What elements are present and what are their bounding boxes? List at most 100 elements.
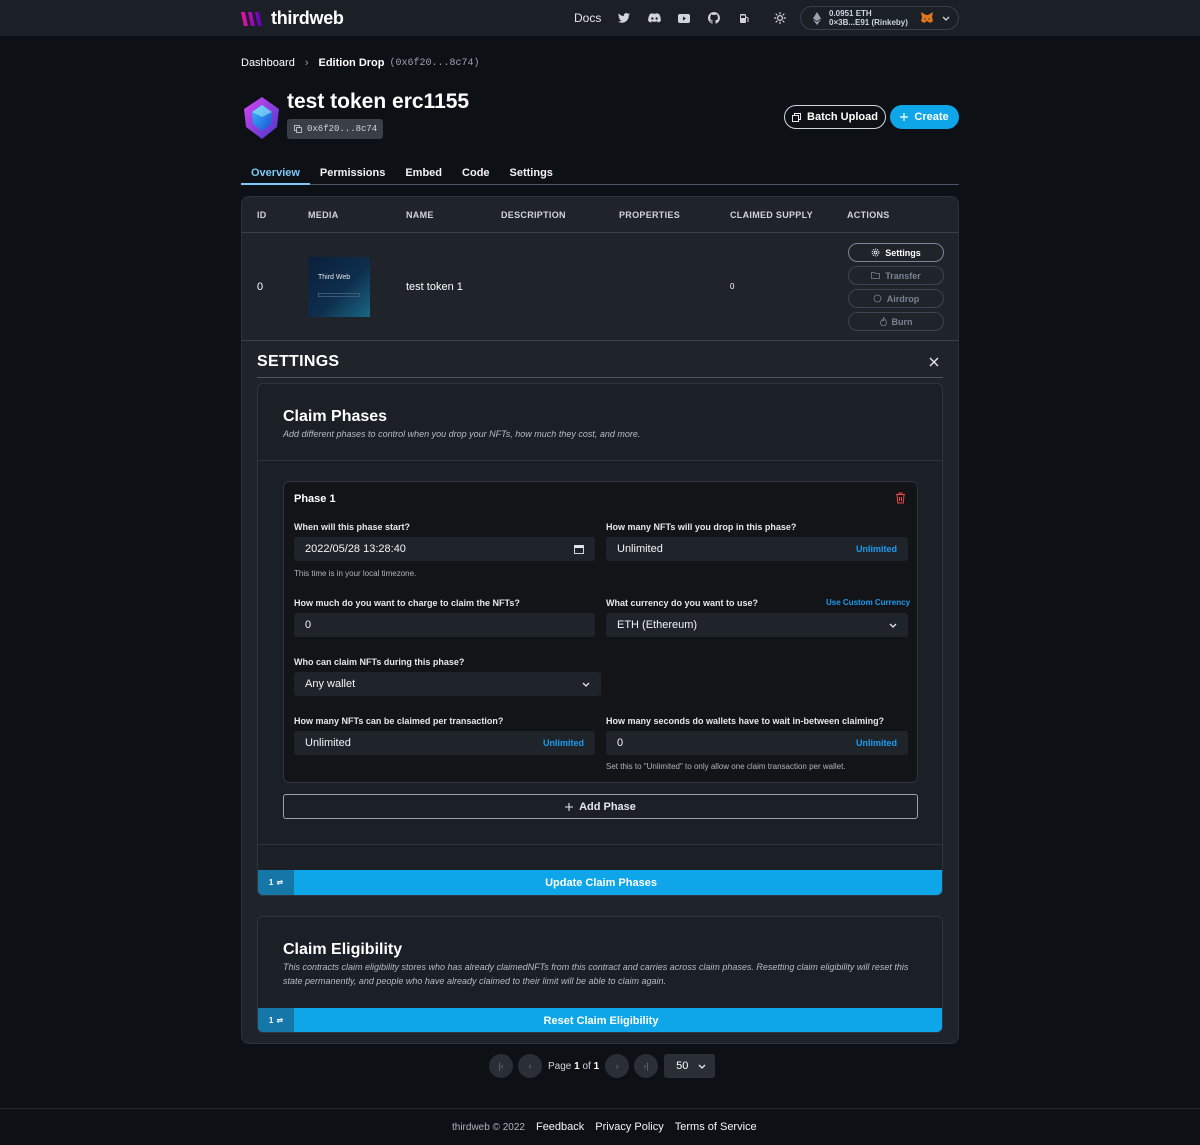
claim-eligibility-subtitle: This contracts claim eligibility stores … <box>283 962 909 986</box>
wallet-button[interactable]: 0.0951 ETH 0×3B...E91 (Rinkeby) <box>800 6 959 30</box>
footer-divider <box>0 1108 1200 1109</box>
gear-icon <box>871 248 880 257</box>
row-settings-button[interactable]: Settings <box>848 243 944 262</box>
first-page-icon[interactable]: |‹ <box>489 1054 513 1078</box>
breadcrumb-current: Edition Drop <box>318 57 385 69</box>
batch-upload-button[interactable]: Batch Upload <box>784 105 886 129</box>
gas-pump-icon[interactable] <box>737 11 751 25</box>
docs-link[interactable]: Docs <box>574 11 601 25</box>
previous-page-icon[interactable]: ‹ <box>518 1054 542 1078</box>
flame-icon <box>879 317 887 326</box>
row-claimed-supply: 0 <box>730 282 735 291</box>
last-page-icon[interactable]: ›| <box>634 1054 659 1078</box>
breadcrumb-address: (0x6f20...8c74) <box>389 57 480 69</box>
row-settings-label: Settings <box>885 247 921 258</box>
media-caption: Third Web <box>318 274 351 281</box>
footer-privacy-link[interactable]: Privacy Policy <box>595 1121 663 1133</box>
pagination: |‹ ‹ Page 1 of 1 › ›| 50 <box>489 1054 716 1078</box>
footer-feedback-link[interactable]: Feedback <box>536 1121 584 1133</box>
tab-embed[interactable]: Embed <box>395 163 452 185</box>
currency-label: What currency do you want to use? <box>606 598 759 608</box>
column-actions: ACTIONS <box>847 210 890 220</box>
add-phase-button[interactable]: Add Phase <box>283 794 918 819</box>
column-claimed-supply: CLAIMED SUPPLY <box>730 210 813 220</box>
folder-icon <box>871 272 881 279</box>
chevron-down-icon <box>582 682 590 687</box>
table-row[interactable]: 0 Third Web test token 1 0 Settings Tran… <box>242 233 958 341</box>
tab-overview[interactable]: Overview <box>241 163 310 185</box>
wallet-info: 0.0951 ETH 0×3B...E91 (Rinkeby) <box>829 9 912 27</box>
card-divider <box>258 844 942 845</box>
wallet-address: 0×3B...E91 (Rinkeby) <box>829 18 908 27</box>
twitter-icon[interactable] <box>617 11 631 25</box>
row-transfer-label: Transfer <box>885 270 921 281</box>
breadcrumb-dashboard[interactable]: Dashboard <box>241 57 295 69</box>
start-datetime-input[interactable]: 2022/05/28 13:28:40 <box>294 537 595 561</box>
reset-claim-eligibility-button[interactable]: 1 ⇌ Reset Claim Eligibility <box>258 1008 942 1032</box>
update-claim-phases-button[interactable]: 1 ⇌ Update Claim Phases <box>258 870 942 895</box>
page-of-word: of <box>582 1060 591 1072</box>
tab-code[interactable]: Code <box>452 163 500 185</box>
create-button[interactable]: Create <box>890 105 959 129</box>
parachute-icon <box>873 294 882 303</box>
currency-select[interactable]: ETH (Ethereum) <box>606 613 908 637</box>
github-icon[interactable] <box>707 11 721 25</box>
row-name: test token 1 <box>406 281 463 293</box>
contract-image-icon <box>244 97 279 139</box>
transaction-count-badge: 1 ⇌ <box>258 870 294 895</box>
wait-label: How many seconds do wallets have to wait… <box>606 716 885 726</box>
drop-amount-input[interactable]: Unlimited Unlimited <box>606 537 908 561</box>
transaction-count: 1 <box>268 878 274 887</box>
row-airdrop-label: Airdrop <box>886 293 920 304</box>
per-tx-label: How many NFTs can be claimed per transac… <box>294 716 504 726</box>
youtube-icon[interactable] <box>677 11 691 25</box>
plus-icon <box>565 802 574 811</box>
who-value: Any wallet <box>305 678 356 690</box>
tab-settings[interactable]: Settings <box>500 163 563 185</box>
sun-icon[interactable] <box>773 11 787 25</box>
next-page-icon[interactable]: › <box>605 1054 630 1078</box>
row-airdrop-button[interactable]: Airdrop <box>848 289 944 308</box>
per-tx-unlimited-button[interactable]: Unlimited <box>543 738 584 748</box>
close-icon[interactable] <box>928 356 940 368</box>
table-header: ID MEDIA NAME DESCRIPTION PROPERTIES CLA… <box>242 197 958 233</box>
claim-phases-subtitle: Add different phases to control when you… <box>283 429 641 439</box>
wait-seconds-value: 0 <box>617 737 624 749</box>
row-id: 0 <box>257 281 264 293</box>
trash-icon[interactable] <box>895 492 906 504</box>
page-size-select[interactable]: 50 <box>664 1054 716 1078</box>
discord-icon[interactable] <box>647 11 661 25</box>
contract-address-chip[interactable]: 0x6f20...8c74 <box>287 119 383 139</box>
footer-terms-link[interactable]: Terms of Service <box>675 1121 757 1133</box>
chevron-down-icon <box>889 623 897 628</box>
chevron-down-icon <box>942 16 950 21</box>
column-id: ID <box>257 210 267 220</box>
breadcrumb-separator-icon: › <box>304 57 309 69</box>
per-tx-value: Unlimited <box>305 737 351 749</box>
tab-permissions[interactable]: Permissions <box>310 163 395 185</box>
row-burn-label: Burn <box>891 316 913 327</box>
claim-phases-card: Claim Phases Add different phases to con… <box>257 383 943 896</box>
thirdweb-logo-icon <box>241 11 262 26</box>
row-burn-button[interactable]: Burn <box>848 312 944 331</box>
copy-icon <box>294 125 302 133</box>
price-input[interactable]: 0 <box>294 613 595 637</box>
row-transfer-button[interactable]: Transfer <box>848 266 944 285</box>
claim-eligibility-title: Claim Eligibility <box>283 941 403 958</box>
brand-logo[interactable]: thirdweb <box>241 8 344 29</box>
start-datetime-value: 2022/05/28 13:28:40 <box>305 543 406 555</box>
reset-claim-eligibility-label: Reset Claim Eligibility <box>543 1014 659 1027</box>
wait-unlimited-button[interactable]: Unlimited <box>856 738 897 748</box>
per-tx-input[interactable]: Unlimited Unlimited <box>294 731 595 755</box>
calendar-icon[interactable] <box>574 544 584 554</box>
drop-unlimited-button[interactable]: Unlimited <box>856 544 897 554</box>
breadcrumb: Dashboard › Edition Drop (0x6f20...8c74) <box>241 57 480 69</box>
contract-tabs: Overview Permissions Embed Code Settings <box>241 163 959 185</box>
wait-seconds-input[interactable]: 0 Unlimited <box>606 731 908 755</box>
copy-stack-icon <box>792 112 801 122</box>
transaction-count-badge: 1 ⇌ <box>258 1008 294 1032</box>
who-select[interactable]: Any wallet <box>294 672 601 696</box>
create-label: Create <box>914 111 949 123</box>
media-bar <box>318 293 360 297</box>
custom-currency-link[interactable]: Use Custom Currency <box>826 598 910 607</box>
